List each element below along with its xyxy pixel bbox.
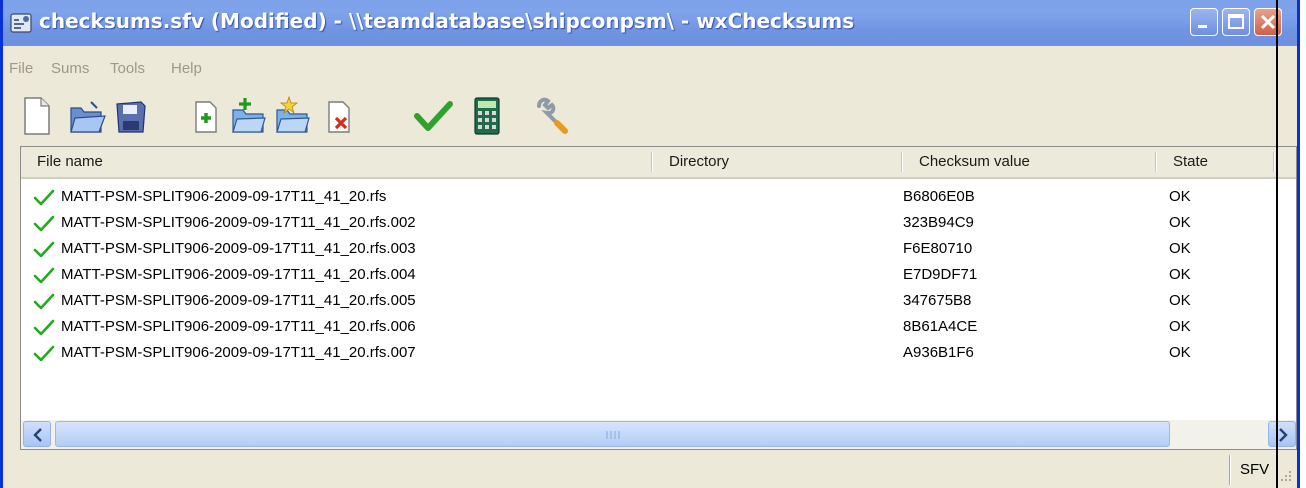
maximize-button[interactable] bbox=[1222, 8, 1250, 36]
list-header: File name Directory Checksum value State bbox=[21, 147, 1296, 179]
state-cell: OK bbox=[1169, 240, 1191, 257]
main-window: checksums.sfv (Modified) - \\teamdatabas… bbox=[0, 0, 1300, 488]
table-row[interactable]: MATT-PSM-SPLIT906-2009-09-17T11_41_20.rf… bbox=[21, 262, 1296, 288]
menu-sums[interactable]: Sums bbox=[51, 60, 89, 77]
save-button[interactable] bbox=[111, 94, 151, 138]
save-disk-icon bbox=[116, 101, 146, 133]
calculator-button[interactable] bbox=[467, 94, 507, 138]
checksum-cell: E7D9DF71 bbox=[903, 266, 978, 283]
scroll-thumb[interactable] bbox=[55, 421, 1170, 447]
table-row[interactable]: MATT-PSM-SPLIT906-2009-09-17T11_41_20.rf… bbox=[21, 184, 1296, 210]
window-title: checksums.sfv (Modified) - \\teamdatabas… bbox=[39, 9, 855, 33]
menu-bar: File Sums Tools Help bbox=[3, 46, 1297, 86]
maximize-icon bbox=[1228, 14, 1244, 29]
add-file-icon bbox=[195, 101, 217, 133]
wxchecksums-app-icon bbox=[10, 13, 32, 33]
column-header-file-name[interactable]: File name bbox=[21, 147, 653, 177]
status-divider bbox=[1229, 455, 1231, 485]
minimize-icon bbox=[1198, 25, 1207, 28]
ok-check-icon bbox=[33, 215, 55, 232]
state-cell: OK bbox=[1169, 214, 1191, 231]
file-name-cell: MATT-PSM-SPLIT906-2009-09-17T11_41_20.rf… bbox=[61, 240, 416, 257]
state-cell: OK bbox=[1169, 344, 1191, 361]
column-header-state[interactable]: State bbox=[1157, 147, 1275, 177]
state-cell: OK bbox=[1169, 292, 1191, 309]
state-cell: OK bbox=[1169, 318, 1191, 335]
title-bar[interactable]: checksums.sfv (Modified) - \\teamdatabas… bbox=[3, 0, 1297, 46]
arrow-right-icon bbox=[1279, 428, 1288, 442]
file-name-cell: MATT-PSM-SPLIT906-2009-09-17T11_41_20.rf… bbox=[61, 188, 387, 205]
add-directory-icon bbox=[232, 98, 266, 133]
state-cell: OK bbox=[1169, 188, 1191, 205]
status-format: SFV bbox=[1240, 461, 1270, 478]
column-label: File name bbox=[37, 153, 103, 170]
checksum-cell: 323B94C9 bbox=[903, 214, 974, 231]
open-folder-icon bbox=[70, 101, 106, 133]
calculator-icon bbox=[474, 97, 500, 135]
column-label: Checksum value bbox=[919, 153, 1030, 170]
open-button[interactable] bbox=[67, 94, 107, 138]
minimize-button[interactable] bbox=[1190, 8, 1218, 36]
checksum-cell: B6806E0B bbox=[903, 188, 975, 205]
remove-button[interactable] bbox=[321, 94, 361, 138]
add-file-button[interactable] bbox=[186, 94, 226, 138]
column-label: State bbox=[1173, 153, 1209, 170]
resize-grip-icon[interactable] bbox=[1277, 467, 1295, 485]
remove-file-icon bbox=[328, 101, 350, 133]
new-button[interactable] bbox=[17, 94, 57, 138]
arrow-left-icon bbox=[33, 428, 42, 442]
ok-check-icon bbox=[33, 267, 55, 284]
add-matching-button[interactable] bbox=[273, 94, 313, 138]
checksum-list[interactable]: File name Directory Checksum value State… bbox=[20, 146, 1297, 450]
table-row[interactable]: MATT-PSM-SPLIT906-2009-09-17T11_41_20.rf… bbox=[21, 210, 1296, 236]
state-cell: OK bbox=[1169, 266, 1191, 283]
table-row[interactable]: MATT-PSM-SPLIT906-2009-09-17T11_41_20.rf… bbox=[21, 340, 1296, 366]
ok-check-icon bbox=[33, 345, 55, 362]
toolbar bbox=[3, 86, 1297, 146]
file-name-cell: MATT-PSM-SPLIT906-2009-09-17T11_41_20.rf… bbox=[61, 214, 416, 231]
menu-help[interactable]: Help bbox=[171, 60, 202, 77]
horizontal-scrollbar[interactable] bbox=[21, 420, 1296, 449]
add-directory-button[interactable] bbox=[229, 94, 269, 138]
new-file-icon bbox=[24, 97, 50, 135]
configure-button[interactable] bbox=[533, 94, 573, 138]
check-sums-button[interactable] bbox=[413, 94, 453, 138]
table-row[interactable]: MATT-PSM-SPLIT906-2009-09-17T11_41_20.rf… bbox=[21, 236, 1296, 262]
grip-icon bbox=[606, 431, 620, 439]
checksum-cell: A936B1F6 bbox=[903, 344, 974, 361]
checksum-cell: 347675B8 bbox=[903, 292, 972, 309]
file-name-cell: MATT-PSM-SPLIT906-2009-09-17T11_41_20.rf… bbox=[61, 318, 416, 335]
checksum-cell: F6E80710 bbox=[903, 240, 973, 257]
file-name-cell: MATT-PSM-SPLIT906-2009-09-17T11_41_20.rf… bbox=[61, 266, 416, 283]
check-sums-icon bbox=[414, 101, 453, 131]
window-overlay-line bbox=[1276, 0, 1278, 488]
status-bar: SFV bbox=[3, 451, 1297, 488]
checksum-cell: 8B61A4CE bbox=[903, 318, 978, 335]
ok-check-icon bbox=[33, 319, 55, 336]
column-header-checksum[interactable]: Checksum value bbox=[903, 147, 1157, 177]
column-header-directory[interactable]: Directory bbox=[653, 147, 903, 177]
table-row[interactable]: MATT-PSM-SPLIT906-2009-09-17T11_41_20.rf… bbox=[21, 288, 1296, 314]
menu-tools[interactable]: Tools bbox=[110, 60, 145, 77]
column-label: Directory bbox=[669, 153, 730, 170]
scroll-left-button[interactable] bbox=[23, 421, 51, 447]
scroll-right-button[interactable] bbox=[1268, 421, 1296, 447]
configure-wrench-icon bbox=[537, 97, 568, 134]
ok-check-icon bbox=[33, 293, 55, 310]
ok-check-icon bbox=[33, 189, 55, 206]
file-name-cell: MATT-PSM-SPLIT906-2009-09-17T11_41_20.rf… bbox=[61, 344, 416, 361]
file-name-cell: MATT-PSM-SPLIT906-2009-09-17T11_41_20.rf… bbox=[61, 292, 416, 309]
menu-file[interactable]: File bbox=[9, 60, 33, 77]
table-row[interactable]: MATT-PSM-SPLIT906-2009-09-17T11_41_20.rf… bbox=[21, 314, 1296, 340]
ok-check-icon bbox=[33, 241, 55, 258]
add-matching-files-icon bbox=[276, 95, 310, 133]
